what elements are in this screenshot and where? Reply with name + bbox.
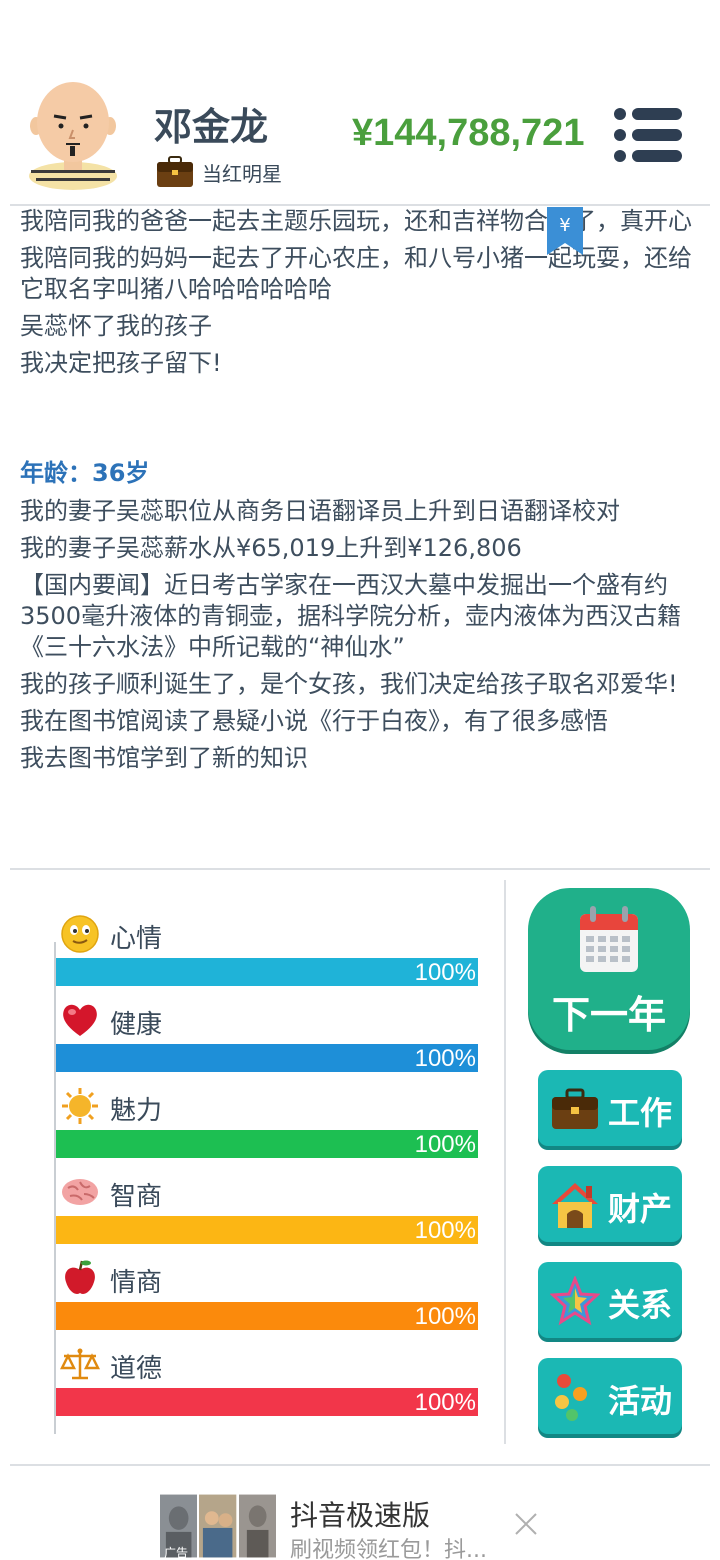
avatar[interactable] (26, 80, 120, 190)
log-entry: 我决定把孩子留下! (20, 349, 222, 377)
ad-thumbnail (199, 1494, 237, 1558)
ad-banner[interactable]: 广告 抖音极速版 刷视频领红包！抖... (0, 1468, 720, 1560)
stat-bar: 100% (56, 958, 478, 986)
next-year-label: 下一年 (551, 993, 666, 1037)
stat-eq: 情商 100% (54, 1252, 478, 1336)
ad-app-name: 抖音极速版 (290, 1499, 431, 1532)
ad-description: 刷视频领红包！抖... (290, 1538, 487, 1560)
log-entry: 我在图书馆阅读了悬疑小说《行于白夜》，有了很多感悟 (20, 707, 608, 735)
job-title-row: 当红明星 (156, 156, 282, 188)
stat-bar: 100% (56, 1216, 478, 1244)
stat-value: 100% (414, 1045, 476, 1072)
stat-name: 魅力 (110, 1096, 163, 1126)
stat-bar: 100% (56, 1130, 478, 1158)
menu-icon[interactable] (612, 106, 684, 164)
log-entry: 我陪同我的爸爸一起去主题乐园玩，还和吉祥物合影了，真开心 (20, 207, 692, 235)
event-log[interactable]: 我陪同我的爸爸一起去主题乐园玩，还和吉祥物合影了，真开心 我陪同我的妈妈一起去了… (0, 206, 720, 866)
stat-bar: 100% (56, 1044, 478, 1072)
briefcase-icon (157, 156, 193, 187)
relations-label: 关系 (608, 1286, 673, 1324)
heart-icon (63, 1004, 97, 1036)
stat-health: 健康 100% (54, 994, 478, 1078)
log-entry: 我的妻子吴蕊薪水从¥65,019上升到¥126,806 (20, 534, 522, 562)
log-divider (10, 868, 710, 870)
stat-value: 100% (414, 1389, 476, 1416)
ad-tag: 广告 (164, 1546, 189, 1560)
player-name: 邓金龙 (154, 105, 269, 149)
stat-bar: 100% (56, 1388, 478, 1416)
log-entry: 我的妻子吴蕊职位从商务日语翻译员上升到日语翻译校对 (20, 497, 620, 525)
apple-icon (65, 1260, 95, 1294)
log-entry: 【国内要闻】近日考古学家在一西汉大墓中发掘出一个盛有约3500毫升液体的青铜壶，… (20, 571, 682, 661)
stat-bar: 100% (56, 1302, 478, 1330)
house-icon (552, 1183, 598, 1228)
log-entry: 吴蕊怀了我的孩子 (20, 312, 212, 340)
money-balance: ¥144,788,721 (352, 112, 585, 154)
stat-value: 100% (414, 1217, 476, 1244)
money-bookmark-icon[interactable]: ¥ (547, 207, 583, 255)
close-icon[interactable] (512, 1510, 540, 1538)
stat-value: 100% (414, 959, 476, 986)
activities-label: 活动 (608, 1382, 673, 1420)
activities-icon (555, 1374, 587, 1421)
stat-morality: 道德 100% (54, 1338, 478, 1422)
age-label: 年龄：36岁 (20, 459, 150, 487)
smiley-icon (61, 915, 99, 953)
calendar-icon (580, 906, 638, 972)
stat-iq: 智商 100% (54, 1166, 478, 1250)
stat-name: 健康 (110, 1010, 163, 1040)
work-button[interactable]: 工作 (538, 1070, 682, 1146)
next-year-button[interactable]: 下一年 (528, 888, 690, 1050)
stat-mood: 心情 100% (54, 908, 478, 992)
ad-divider (10, 1464, 710, 1466)
brain-icon (62, 1179, 98, 1205)
stat-name: 道德 (110, 1354, 163, 1384)
scales-icon (60, 1348, 100, 1380)
header: 邓金龙 当红明星 ¥144,788,721 (0, 0, 720, 204)
log-entry: 我去图书馆学到了新的知识 (20, 744, 308, 772)
stat-name: 心情 (110, 924, 163, 954)
sun-icon (62, 1088, 98, 1124)
panel-divider (504, 880, 506, 1444)
stat-charm: 魅力 100% (54, 1080, 478, 1164)
briefcase-icon (552, 1088, 598, 1129)
ad-thumbnail (238, 1494, 276, 1558)
stat-value: 100% (414, 1303, 476, 1330)
log-entry: 我的孩子顺利诞生了，是个女孩，我们决定给孩子取名邓爱华! (20, 670, 678, 698)
stat-name: 情商 (110, 1268, 163, 1298)
job-title: 当红明星 (202, 161, 282, 186)
star-icon (550, 1276, 600, 1326)
relations-button[interactable]: 关系 (538, 1262, 682, 1338)
stat-value: 100% (414, 1131, 476, 1158)
work-label: 工作 (608, 1094, 673, 1132)
bookmark-symbol: ¥ (559, 215, 570, 236)
activities-button[interactable]: 活动 (538, 1358, 682, 1434)
property-button[interactable]: 财产 (538, 1166, 682, 1242)
log-entry: 我陪同我的妈妈一起去了开心农庄，和八号小猪一起玩耍，还给它取名字叫猪八哈哈哈哈哈… (20, 244, 692, 303)
stat-name: 智商 (110, 1182, 163, 1212)
property-label: 财产 (608, 1190, 673, 1228)
